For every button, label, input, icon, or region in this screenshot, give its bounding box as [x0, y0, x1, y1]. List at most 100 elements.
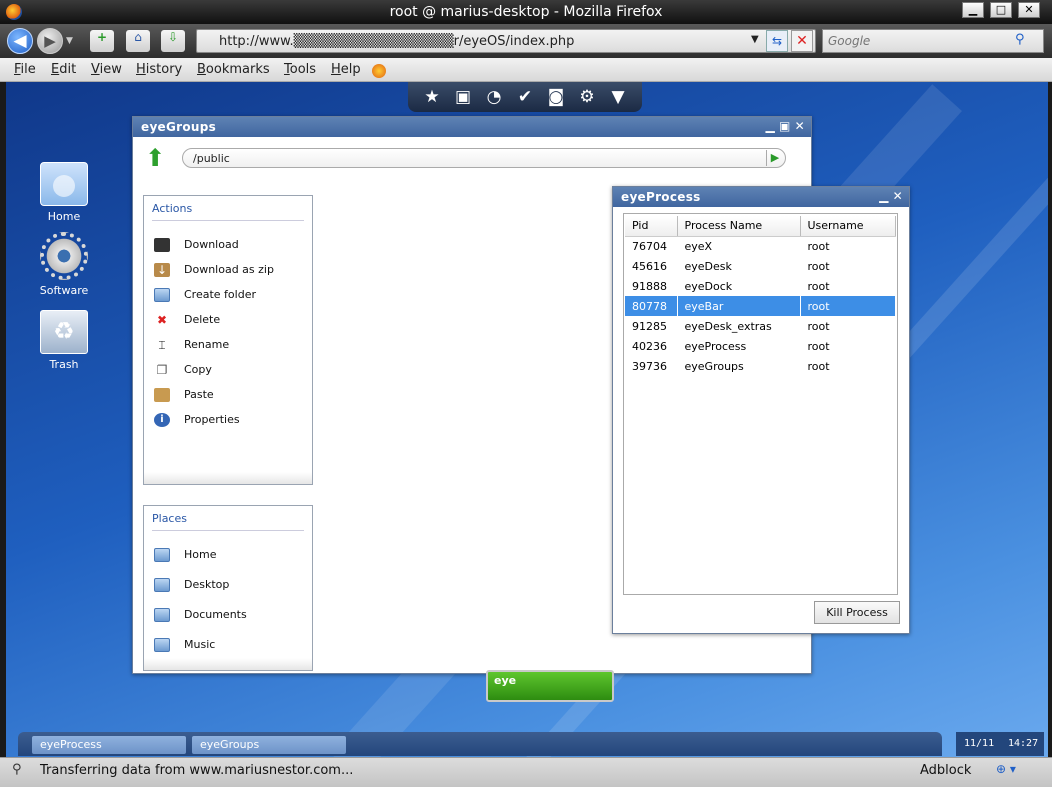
firefox-menu-icon — [372, 64, 386, 78]
gamepad-icon[interactable]: ◙ — [546, 87, 566, 107]
rename-cursor-icon: ⌶ — [158, 338, 166, 352]
plus-icon: + — [96, 30, 108, 44]
close-icon[interactable]: ✕ — [795, 119, 805, 133]
place-desktop[interactable]: Desktop — [154, 578, 229, 594]
path-bar[interactable]: ▶ — [182, 148, 786, 168]
action-delete[interactable]: ✖ Delete — [154, 313, 220, 329]
menu-bookmarks[interactable]: Bookmarks — [197, 62, 270, 77]
table-row[interactable]: 76704 eyeX root — [625, 236, 896, 256]
cell-username: root — [800, 316, 896, 336]
window-titlebar[interactable]: eyeGroups ▁ ▣ ✕ — [133, 117, 811, 137]
table-header: Pid Process Name Username — [625, 216, 896, 237]
kill-process-button[interactable]: Kill Process — [814, 601, 900, 624]
path-input[interactable] — [193, 151, 763, 166]
go-arrow-icon[interactable]: ▶ — [766, 150, 783, 166]
cell-username: root — [800, 296, 896, 316]
menu-tools[interactable]: Tools — [284, 62, 316, 77]
url-dropdown-icon[interactable]: ▼ — [751, 34, 759, 45]
clock-time: 14:27 — [1008, 738, 1039, 749]
maximize-button[interactable]: □ — [990, 2, 1012, 18]
download-button[interactable]: ⇩ — [161, 30, 185, 52]
table-row-selected[interactable]: 80778 eyeBar root — [625, 296, 896, 316]
place-music[interactable]: Music — [154, 638, 215, 654]
window-title: eyeProcess — [621, 190, 701, 204]
cell-process-name: eyeDock — [677, 276, 801, 296]
search-box[interactable]: ⚲ — [822, 29, 1044, 53]
clock-date: 11/11 — [964, 738, 995, 749]
column-header-process-name[interactable]: Process Name — [677, 216, 801, 237]
maximize-icon[interactable]: ▣ — [779, 119, 791, 133]
action-create-folder[interactable]: Create folder — [154, 288, 256, 304]
clipboard-icon — [154, 388, 170, 402]
rss-icon[interactable]: ◔ — [484, 87, 504, 107]
action-rename[interactable]: ⌶ Rename — [154, 338, 229, 354]
action-properties[interactable]: i Properties — [154, 413, 240, 429]
eyeos-taskbar: eyeProcess eyeGroups — [18, 732, 942, 756]
minimize-button[interactable]: ▁ — [962, 2, 984, 18]
zoom-icon[interactable]: ⊕ ▾ — [996, 762, 1016, 776]
adblock-button[interactable]: Adblock — [920, 763, 971, 778]
eyeprocess-window: eyeProcess ▁ ✕ Pid Process Name Username … — [612, 186, 910, 634]
up-arrow-icon[interactable]: ⬆ — [145, 146, 169, 171]
reload-button[interactable]: ⇆ — [766, 30, 788, 52]
new-tab-button[interactable]: + — [90, 30, 114, 52]
eyeos-dock: ★ ▣ ◔ ✔ ◙ ⚙ ▼ — [408, 82, 642, 112]
cell-username: root — [800, 256, 896, 276]
status-bar: ⚲ Transferring data from www.mariusnesto… — [0, 757, 1052, 787]
window-titlebar[interactable]: eyeProcess ▁ ✕ — [613, 187, 909, 207]
menu-view[interactable]: View — [91, 62, 122, 77]
table-row[interactable]: 91888 eyeDock root — [625, 276, 896, 296]
cell-process-name: eyeProcess — [677, 336, 801, 356]
status-text: Transferring data from www.mariusnestor.… — [40, 763, 354, 778]
download-arrow-icon: ⇩ — [167, 30, 179, 44]
cell-username: root — [800, 356, 896, 376]
search-icon[interactable]: ⚲ — [1015, 32, 1025, 47]
floppy-icon — [154, 238, 170, 252]
search-input[interactable] — [823, 30, 1013, 52]
inbox-icon[interactable]: ▼ — [608, 87, 628, 107]
check-icon[interactable]: ✔ — [515, 87, 535, 107]
window-title: eyeGroups — [141, 120, 217, 134]
star-icon[interactable]: ★ — [422, 87, 442, 107]
cell-username: root — [800, 336, 896, 356]
minimize-icon[interactable]: ▁ — [765, 119, 775, 133]
place-documents[interactable]: Documents — [154, 608, 247, 624]
close-button[interactable]: ✕ — [1018, 2, 1040, 18]
desktop-icon-home[interactable]: Home — [24, 162, 104, 223]
history-dropdown-icon[interactable]: ▼ — [66, 36, 73, 46]
action-paste[interactable]: Paste — [154, 388, 214, 404]
browser-titlebar: root @ marius-desktop - Mozilla Firefox … — [0, 0, 1052, 24]
url-bar[interactable]: http://www.▒▒▒▒▒▒▒▒▒▒▒▒▒▒▒▒r/eyeOS/index… — [196, 29, 816, 53]
menu-edit[interactable]: Edit — [51, 62, 76, 77]
action-copy[interactable]: ❐ Copy — [154, 363, 212, 379]
back-button[interactable]: ◀ — [7, 28, 33, 54]
cell-process-name: eyeBar — [677, 296, 801, 316]
menu-history[interactable]: History — [136, 62, 182, 77]
column-header-username[interactable]: Username — [800, 216, 896, 237]
action-download[interactable]: Download — [154, 238, 239, 254]
task-eyeprocess[interactable]: eyeProcess — [32, 736, 186, 754]
minimize-icon[interactable]: ▁ — [879, 189, 889, 203]
close-icon[interactable]: ✕ — [893, 189, 903, 203]
desktop-icon-software[interactable]: Software — [24, 232, 104, 297]
briefcase-icon[interactable]: ▣ — [453, 87, 473, 107]
action-download-zip[interactable]: ↓ Download as zip — [154, 263, 274, 279]
menu-bar: File Edit View History Bookmarks Tools H… — [0, 58, 1052, 82]
process-table: Pid Process Name Username 76704 eyeX root … — [623, 213, 898, 595]
table-row[interactable]: 91285 eyeDesk_extras root — [625, 316, 896, 336]
table-row[interactable]: 40236 eyeProcess root — [625, 336, 896, 356]
menu-file[interactable]: File — [14, 62, 36, 77]
desktop-icon-trash[interactable]: Trash — [24, 310, 104, 371]
table-row[interactable]: 45616 eyeDesk root — [625, 256, 896, 276]
forward-button[interactable]: ▶ — [37, 28, 63, 54]
stop-button[interactable]: ✕ — [791, 30, 813, 52]
place-home[interactable]: Home — [154, 548, 216, 564]
home-button[interactable]: ⌂ — [126, 30, 150, 52]
menu-help[interactable]: Help — [331, 62, 361, 77]
column-header-pid[interactable]: Pid — [625, 216, 678, 237]
cell-pid: 76704 — [625, 236, 678, 256]
task-eyegroups[interactable]: eyeGroups — [192, 736, 346, 754]
table-row[interactable]: 39736 eyeGroups root — [625, 356, 896, 376]
gear-icon[interactable]: ⚙ — [577, 87, 597, 107]
cell-process-name: eyeGroups — [677, 356, 801, 376]
